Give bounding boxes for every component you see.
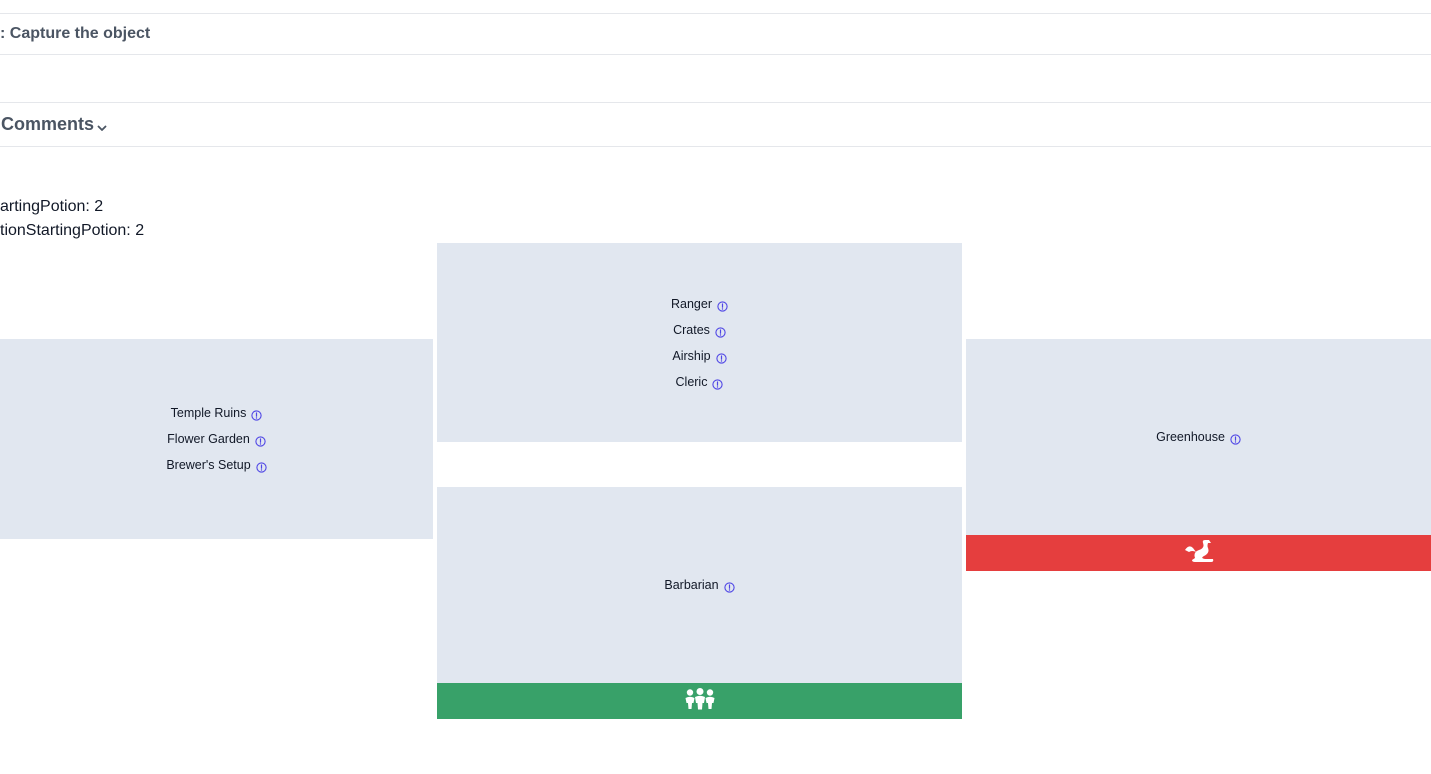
location-item-label: Greenhouse <box>1156 430 1225 444</box>
team-bar-green <box>437 683 962 719</box>
location-item: Barbarian <box>664 572 735 598</box>
location-item-label: Barbarian <box>664 578 719 592</box>
location-panel-bottom-center: Barbarian <box>437 487 962 683</box>
dragon-icon <box>1183 538 1215 569</box>
chevron-down-icon <box>97 120 107 131</box>
info-icon[interactable] <box>715 347 727 364</box>
info-icon[interactable] <box>715 321 726 338</box>
location-item: Ranger <box>671 291 728 317</box>
title-divider <box>0 54 1431 55</box>
info-icon[interactable] <box>1230 428 1241 445</box>
page-title: : Capture the object <box>0 25 151 42</box>
info-icon[interactable] <box>723 576 735 593</box>
location-item: Greenhouse <box>1156 424 1241 450</box>
location-item-label: Temple Ruins <box>170 406 247 420</box>
people-group-icon <box>684 687 716 715</box>
top-divider <box>0 13 1431 14</box>
option-starting-potion-line: tionStartingPotion: 2 <box>0 222 145 239</box>
location-item-label: Crates <box>673 322 710 337</box>
location-item: Temple Ruins <box>171 400 263 426</box>
location-item: Brewer's Setup <box>166 452 267 478</box>
comments-toggle[interactable]: Comments <box>1 114 107 135</box>
info-icon[interactable] <box>712 373 724 390</box>
comments-label: Comments <box>1 114 95 134</box>
location-item: Crates <box>673 317 726 343</box>
location-item: Cleric <box>676 369 724 395</box>
location-item: Airship <box>672 343 727 369</box>
location-item-label: Airship <box>672 348 711 363</box>
info-icon[interactable] <box>256 456 267 473</box>
starting-potion-line: artingPotion: 2 <box>0 198 104 215</box>
comments-top-divider <box>0 102 1431 103</box>
info-icon[interactable] <box>255 430 266 447</box>
location-item: Flower Garden <box>167 426 266 452</box>
location-item-label: Ranger <box>671 296 712 311</box>
location-panel-left: Temple Ruins Flower Garden Brewer's Setup <box>0 339 433 539</box>
location-item-label: Brewer's Setup <box>166 458 251 472</box>
location-panel-right: Greenhouse <box>966 339 1431 535</box>
info-icon[interactable] <box>251 404 263 421</box>
location-panel-top-center: Ranger Crates Airship Cleric <box>437 243 962 442</box>
location-item-label: Cleric <box>675 374 708 389</box>
info-icon[interactable] <box>717 295 728 312</box>
comments-bottom-divider <box>0 146 1431 147</box>
location-item-label: Flower Garden <box>167 432 250 446</box>
team-bar-red <box>966 535 1431 571</box>
